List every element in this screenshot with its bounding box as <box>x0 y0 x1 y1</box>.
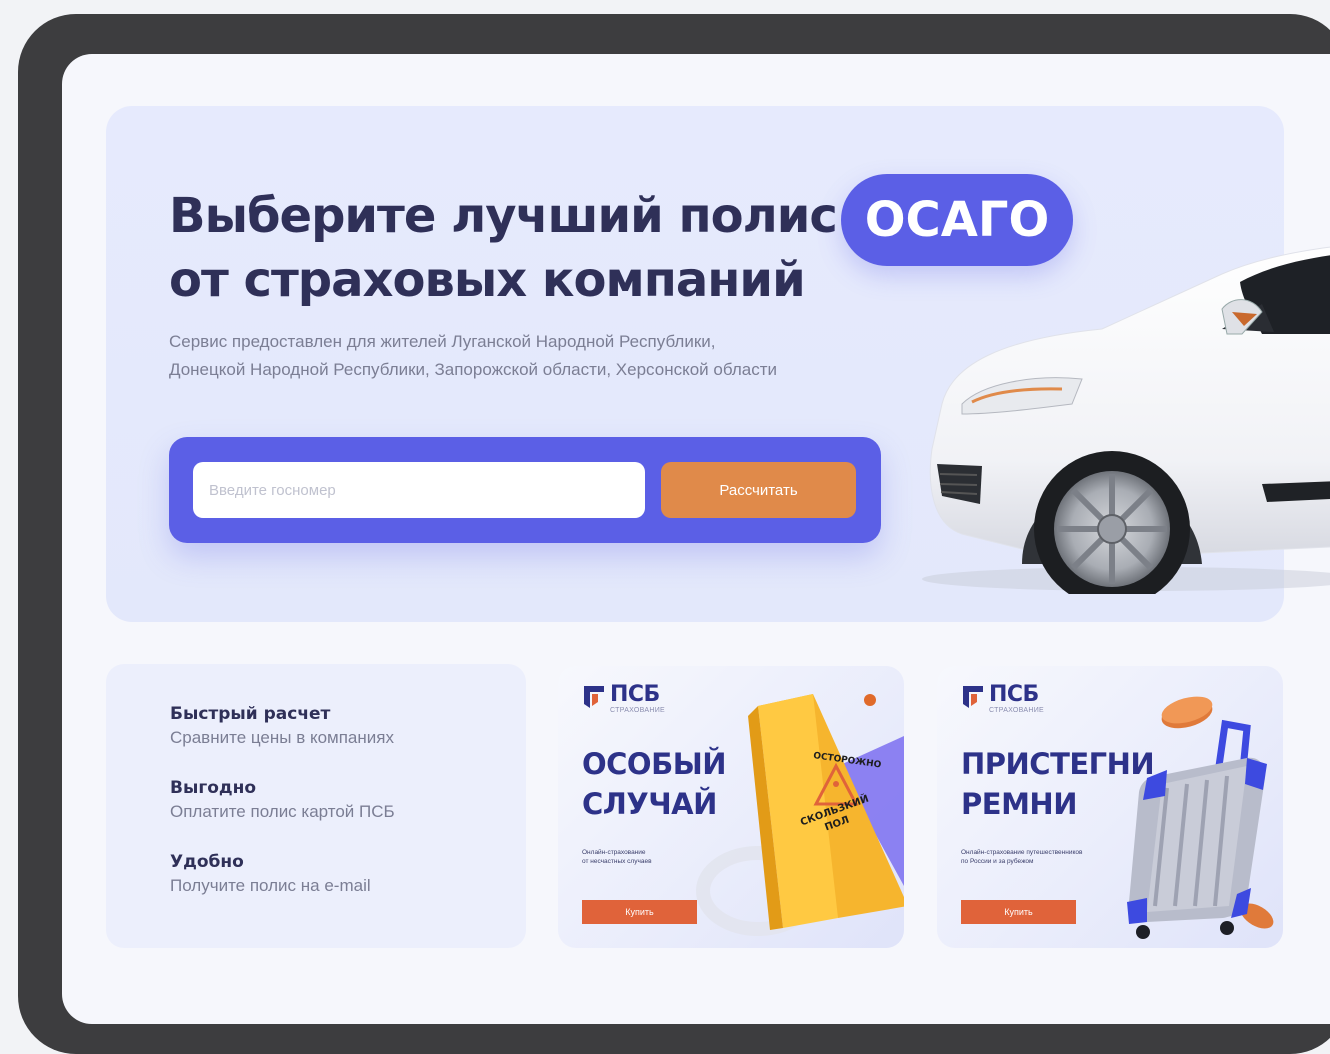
screen: Выберите лучший полис от страховых компа… <box>62 54 1330 1024</box>
feature-title: Быстрый расчет <box>170 704 331 724</box>
feature-title: Выгодно <box>170 778 257 798</box>
hero-subtitle: Сервис предоставлен для жителей Луганско… <box>169 328 889 384</box>
wet-floor-sign-image: ОСТОРОЖНО СКОЛЬЗКИЙ ПОЛ <box>696 694 904 936</box>
device-frame: Выберите лучший полис от страховых компа… <box>18 14 1330 1054</box>
car-image <box>922 246 1330 594</box>
promo-note-line-2: по России и за рубежом <box>961 858 1034 865</box>
feature-item: Удобно Получите полис на e-mail <box>170 850 371 898</box>
calculator-form: Рассчитать <box>169 437 881 543</box>
buy-button[interactable]: Купить <box>961 900 1076 924</box>
psb-brand-sub: СТРАХОВАНИЕ <box>989 707 1045 714</box>
title-line-2: от страховых компаний <box>169 252 806 308</box>
psb-logo: ПСБ СТРАХОВАНИЕ <box>961 684 1044 715</box>
promo-note-line-1: Онлайн-страхование путешественников <box>961 849 1083 856</box>
buy-button[interactable]: Купить <box>582 900 697 924</box>
psb-brand: ПСБ <box>610 682 660 707</box>
promo-headline-line-2: РЕМНИ <box>961 787 1077 821</box>
features-card: Быстрый расчет Сравните цены в компаниях… <box>106 664 526 948</box>
promo-note: Онлайн-страхование путешественников по Р… <box>961 848 1121 866</box>
feature-desc: Оплатите полис картой ПСБ <box>170 802 395 821</box>
feature-title: Удобно <box>170 852 244 872</box>
feature-item: Выгодно Оплатите полис картой ПСБ <box>170 776 395 824</box>
page-title: Выберите лучший полис от страховых компа… <box>169 184 869 312</box>
promo-card-travel[interactable]: ПСБ СТРАХОВАНИЕ ПРИСТЕГНИ РЕМНИ Онлайн-с… <box>937 666 1283 948</box>
suitcase-image <box>1127 696 1274 939</box>
title-line-1: Выберите лучший полис <box>169 188 838 244</box>
promo-note-line-2: от несчастных случаев <box>582 858 652 865</box>
calculate-button[interactable]: Рассчитать <box>661 462 856 518</box>
psb-logo: ПСБ СТРАХОВАНИЕ <box>582 684 665 715</box>
subtitle-line-1: Сервис предоставлен для жителей Луганско… <box>169 332 716 351</box>
promo-note: Онлайн-страхование от несчастных случаев <box>582 848 692 866</box>
psb-brand: ПСБ <box>989 682 1039 707</box>
promo-card-accident[interactable]: ПСБ СТРАХОВАНИЕ ОСОБЫЙ СЛУЧАЙ Онлайн-стр… <box>558 666 904 948</box>
psb-brand-sub: СТРАХОВАНИЕ <box>610 707 666 714</box>
subtitle-line-2: Донецкой Народной Республики, Запорожско… <box>169 360 777 379</box>
feature-desc: Сравните цены в компаниях <box>170 728 394 747</box>
psb-logo-icon <box>584 686 604 708</box>
feature-desc: Получите полис на e-mail <box>170 876 371 895</box>
feature-item: Быстрый расчет Сравните цены в компаниях <box>170 702 394 750</box>
psb-logo-icon <box>963 686 983 708</box>
promo-note-line-1: Онлайн-страхование <box>582 849 646 856</box>
license-plate-input[interactable] <box>193 462 645 518</box>
